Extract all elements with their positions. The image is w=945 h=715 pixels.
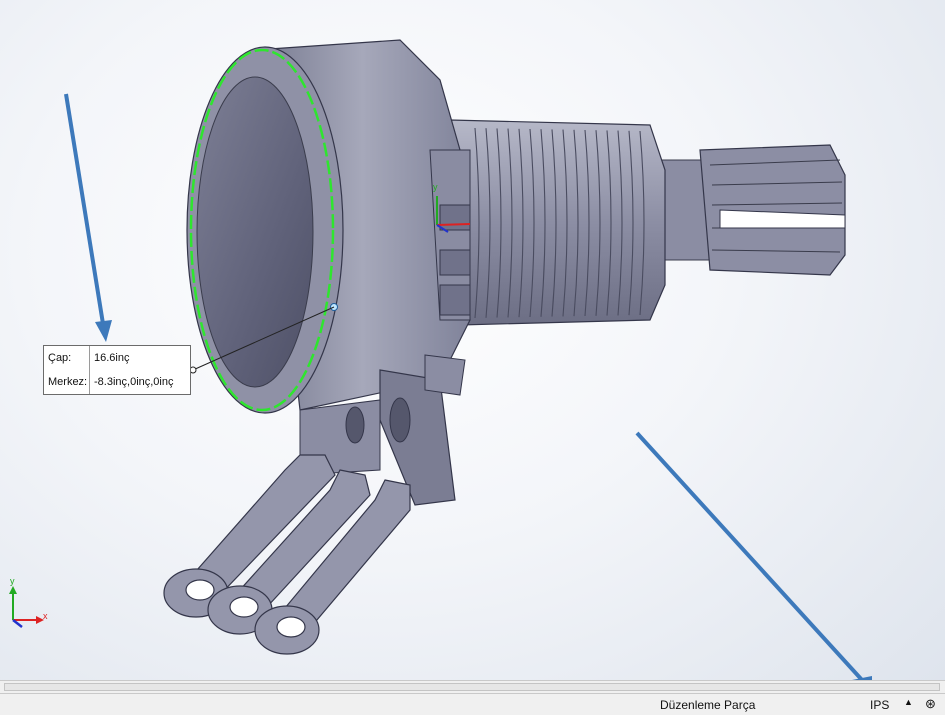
center-label: Merkez: [44, 370, 90, 394]
terminals [163, 454, 411, 655]
units-selector[interactable]: IPS [870, 698, 889, 712]
status-bar: Düzenleme Parça IPS ▲ ⊛ [0, 694, 945, 715]
center-value: -8.3inç,0inç,0inç [94, 376, 174, 388]
triad-x-label: x [43, 611, 48, 621]
threaded-bushing [449, 119, 666, 326]
horizontal-scrollbar[interactable] [0, 680, 945, 694]
diameter-label: Çap: [44, 346, 90, 370]
reference-triad: y x [9, 576, 48, 628]
units-caret-icon[interactable]: ▲ [904, 697, 913, 707]
annotation-arrow-left [64, 93, 112, 342]
scrollbar-thumb[interactable] [4, 683, 940, 691]
measure-tooltip: Çap: 16.6inç Merkez: -8.3inç,0inç,0inç [43, 345, 191, 395]
status-mode: Düzenleme Parça [660, 698, 756, 712]
rebuild-icon[interactable]: ⊛ [925, 696, 936, 712]
svg-text:y: y [433, 182, 438, 192]
shaft [639, 144, 846, 276]
annotation-arrow-right [635, 431, 872, 680]
diameter-value: 16.6inç [94, 352, 130, 364]
potentiometer-model[interactable]: y y x [0, 0, 945, 680]
triad-y-label: y [10, 576, 15, 586]
front-face[interactable] [186, 46, 344, 414]
graphics-viewport[interactable]: y y x Çap: 16.6inç Merkez: -8.3inç,0inç,… [0, 0, 945, 680]
